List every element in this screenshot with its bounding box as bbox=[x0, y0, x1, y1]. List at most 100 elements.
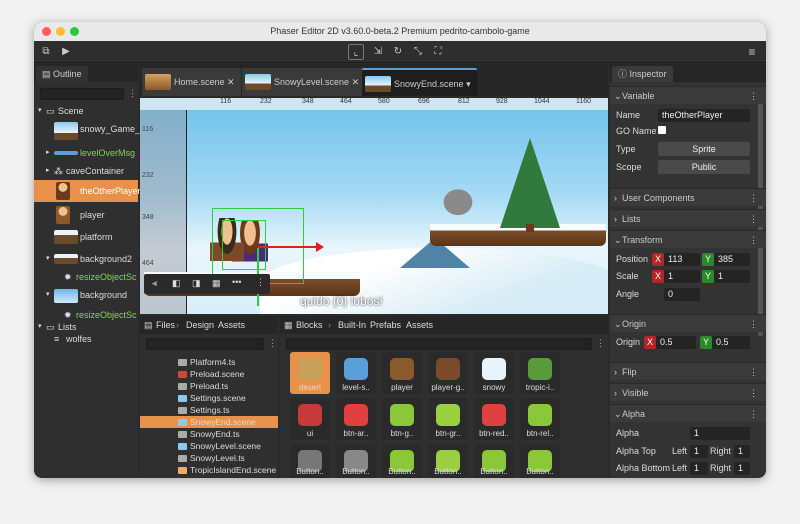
block-button-3[interactable]: Button.. bbox=[382, 444, 422, 478]
alpha-top-right-field[interactable]: 1 bbox=[734, 445, 750, 458]
block-btn-ar[interactable]: btn-ar.. bbox=[336, 398, 376, 440]
block-level-s[interactable]: level-s.. bbox=[336, 352, 376, 394]
file-item[interactable]: TropicIslandEnd.scene bbox=[140, 464, 278, 476]
go-name-checkbox[interactable] bbox=[658, 126, 666, 134]
type-button[interactable]: Sprite bbox=[658, 142, 750, 156]
section-visible[interactable]: › Visible ⋮ bbox=[610, 383, 766, 401]
translate-tool-icon[interactable]: ⇲ bbox=[370, 44, 386, 60]
kebab-icon[interactable]: ⋮ bbox=[749, 315, 758, 333]
tab-home-scene[interactable]: Home.scene ✕ bbox=[142, 68, 241, 96]
position-x-field[interactable]: 113 bbox=[664, 253, 700, 266]
section-origin[interactable]: ⌄ Origin ⋮ bbox=[610, 314, 766, 332]
block-tropic[interactable]: tropic-i.. bbox=[520, 352, 560, 394]
outline-filter-input[interactable] bbox=[40, 88, 124, 100]
origin-y-field[interactable]: 0.5 bbox=[712, 336, 750, 349]
tab-blocks[interactable]: Blocks bbox=[296, 320, 323, 330]
tree-item-background[interactable]: ▾ background bbox=[34, 286, 138, 306]
kebab-icon[interactable]: ⋮ bbox=[749, 210, 758, 228]
tree-item-wolfes[interactable]: ≡ wolfes bbox=[34, 330, 138, 348]
close-tab-icon[interactable]: ✕ bbox=[227, 77, 235, 87]
block-snowy[interactable]: snowy bbox=[474, 352, 514, 394]
block-btn-gr[interactable]: btn-gr.. bbox=[428, 398, 468, 440]
wolf-sprite[interactable] bbox=[440, 186, 480, 222]
tree-item-the-other-player[interactable]: theOtherPlayer bbox=[34, 180, 141, 202]
block-button-5[interactable]: Button.. bbox=[474, 444, 514, 478]
scope-button[interactable]: Public bbox=[658, 160, 750, 174]
layout-right-icon[interactable]: ◨ bbox=[192, 278, 201, 289]
file-item[interactable]: SnowyLevel.scene bbox=[140, 440, 278, 452]
x-axis-arrow[interactable] bbox=[258, 246, 320, 248]
tree-item-platform[interactable]: platform bbox=[34, 226, 138, 248]
tree-item-level-over-msg[interactable]: ▸ levelOverMsg bbox=[34, 144, 138, 162]
scene-canvas[interactable]: 116 232 348 464 580 696 812 928 1044 116… bbox=[140, 98, 608, 314]
section-user-components[interactable]: › User Components ⋮ bbox=[610, 188, 766, 206]
tree-item-snowy-game[interactable]: snowy_Game_... bbox=[34, 120, 148, 142]
tab-files[interactable]: Files bbox=[156, 320, 175, 330]
layout-icon[interactable]: ◧ bbox=[172, 278, 181, 289]
tab-assets[interactable]: Assets bbox=[218, 320, 245, 330]
tab-built-in[interactable]: Built-In bbox=[338, 320, 366, 330]
kebab-icon[interactable]: ⋮ bbox=[749, 87, 758, 105]
dropdown-icon[interactable]: ▾ bbox=[466, 79, 471, 89]
block-button-6[interactable]: Button.. bbox=[520, 444, 560, 478]
section-transform[interactable]: ⌄ Transform ⋮ bbox=[610, 230, 766, 248]
tab-assets[interactable]: Assets bbox=[406, 320, 433, 330]
tree-item-cave-container[interactable]: ▸ ⁂ caveContainer bbox=[34, 162, 138, 180]
alpha-bottom-left-field[interactable]: 1 bbox=[690, 462, 708, 475]
scale-x-field[interactable]: 1 bbox=[664, 270, 700, 283]
kebab-icon[interactable]: ⋮ bbox=[256, 277, 265, 288]
new-file-icon[interactable]: ⧉ bbox=[38, 44, 54, 60]
tree-item-scene[interactable]: ▾ ▭ Scene bbox=[34, 102, 138, 120]
kebab-icon[interactable]: ⋮ bbox=[749, 384, 758, 402]
play-icon[interactable]: ▶ bbox=[58, 44, 74, 60]
kebab-icon[interactable]: ⋮ bbox=[749, 189, 758, 207]
files-menu-icon[interactable]: ⋮ bbox=[268, 338, 277, 349]
grid-icon[interactable]: ▦ bbox=[212, 278, 221, 289]
section-flip[interactable]: › Flip ⋮ bbox=[610, 362, 766, 380]
section-variable[interactable]: ⌄ Variable ⋮ bbox=[610, 86, 766, 104]
select-tool-icon[interactable]: ⌞ bbox=[348, 44, 364, 60]
position-y-field[interactable]: 385 bbox=[714, 253, 750, 266]
resize-tool-icon[interactable]: ⛶ bbox=[430, 44, 446, 60]
zoom-window-button[interactable] bbox=[70, 27, 79, 36]
block-button-4[interactable]: Button.. bbox=[428, 444, 468, 478]
section-alpha[interactable]: ⌄ Alpha ⋮ bbox=[610, 404, 766, 422]
name-field[interactable]: theOtherPlayer bbox=[658, 109, 750, 122]
file-item[interactable]: Preload.ts bbox=[140, 380, 278, 392]
tree-item-resize-object-1[interactable]: ✹ resizeObjectSc bbox=[34, 268, 138, 286]
block-btn-red[interactable]: btn-red.. bbox=[474, 398, 514, 440]
block-player-g[interactable]: player-g.. bbox=[428, 352, 468, 394]
tab-snowy-level-scene[interactable]: SnowyLevel.scene ✕ bbox=[242, 68, 366, 96]
block-btn-rel[interactable]: btn-rel.. bbox=[520, 398, 560, 440]
file-item-selected[interactable]: SnowyEnd.scene bbox=[140, 416, 278, 428]
align-left-icon[interactable]: ⫷ bbox=[152, 278, 157, 289]
block-btn-g[interactable]: btn-g.. bbox=[382, 398, 422, 440]
rotate-tool-icon[interactable]: ↻ bbox=[390, 44, 406, 60]
alpha-bottom-right-field[interactable]: 1 bbox=[734, 462, 750, 475]
tab-inspector[interactable]: ⓘ Inspector bbox=[612, 66, 673, 82]
outline-menu-icon[interactable]: ⋮ bbox=[128, 88, 137, 99]
scale-tool-icon[interactable]: ⤡ bbox=[410, 44, 426, 60]
blocks-filter-input[interactable] bbox=[286, 338, 592, 350]
minimize-window-button[interactable] bbox=[56, 27, 65, 36]
file-item[interactable]: SnowyLevel.ts bbox=[140, 452, 278, 464]
files-filter-input[interactable] bbox=[146, 338, 264, 350]
file-item[interactable]: Platform4.ts bbox=[140, 356, 278, 368]
file-item[interactable]: SnowyEnd.ts bbox=[140, 428, 278, 440]
origin-x-field[interactable]: 0.5 bbox=[656, 336, 696, 349]
tree-item-player[interactable]: player bbox=[34, 204, 138, 226]
file-item[interactable]: Preload.scene bbox=[140, 368, 278, 380]
alpha-field[interactable]: 1 bbox=[690, 427, 750, 440]
kebab-icon[interactable]: ⋮ bbox=[749, 405, 758, 423]
kebab-icon[interactable]: ⋮ bbox=[749, 231, 758, 249]
block-ui[interactable]: ui bbox=[290, 398, 330, 440]
tab-design[interactable]: Design bbox=[186, 320, 214, 330]
file-item[interactable]: Settings.ts bbox=[140, 404, 278, 416]
more-horizontal-icon[interactable]: ••• bbox=[232, 277, 241, 287]
close-window-button[interactable] bbox=[42, 27, 51, 36]
kebab-icon[interactable]: ⋮ bbox=[749, 363, 758, 381]
block-desert[interactable]: desert bbox=[290, 352, 330, 394]
blocks-menu-icon[interactable]: ⋮ bbox=[596, 338, 605, 349]
scale-y-field[interactable]: 1 bbox=[714, 270, 750, 283]
alpha-top-left-field[interactable]: 1 bbox=[690, 445, 708, 458]
